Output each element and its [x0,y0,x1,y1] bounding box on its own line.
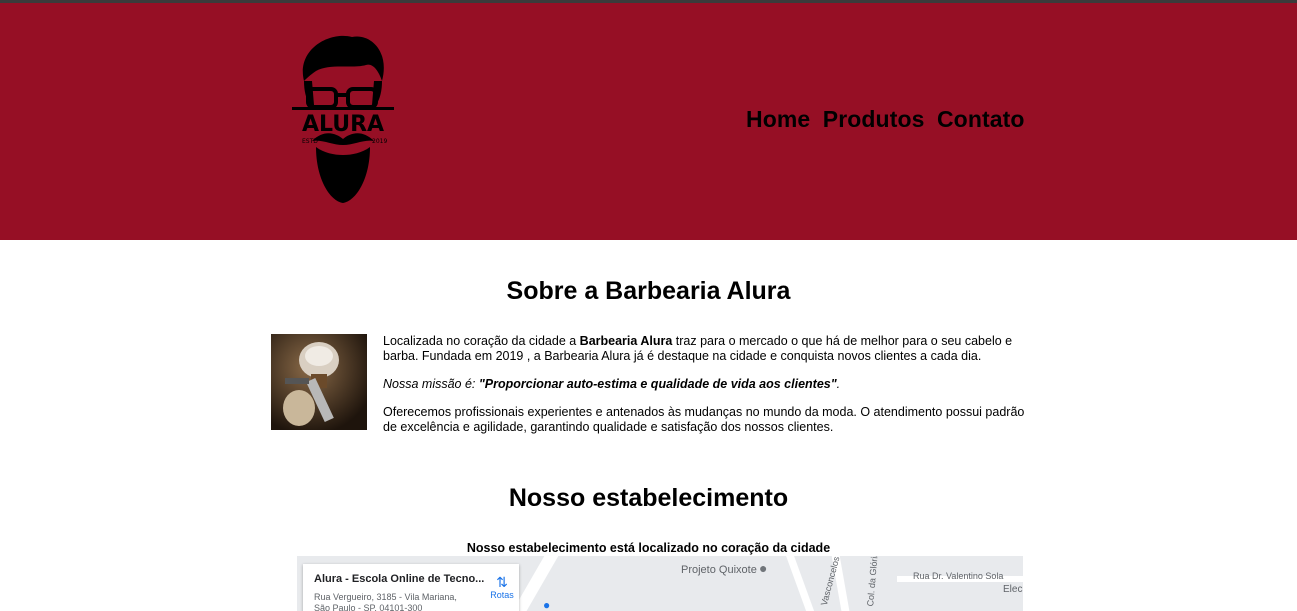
brand-name: Barbearia Alura [579,334,673,348]
directions-icon: ⇅ [496,574,508,590]
mission-statement: Nossa missão é: "Proporcionar auto-estim… [383,377,841,391]
map-road [786,556,816,611]
svg-text:ALURA: ALURA [302,112,384,137]
map-pin-icon: ● [759,560,768,576]
svg-text:2019: 2019 [372,138,387,145]
map-place-name[interactable]: Alura - Escola Online de Tecno... [314,573,484,585]
nav-contato-link[interactable]: Contato [937,106,1025,132]
svg-text:ESTD: ESTD [302,138,318,145]
map-label-gloria: Col. da Glória [865,556,880,607]
map-label-valentino: Rua Dr. Valentino Sola [913,571,1004,581]
map-label-projeto: Projeto Quixote [681,564,757,576]
shaving-brush-image [271,334,367,430]
about-text: Localizada no coração da cidade a Barbea… [383,334,1033,448]
about-paragraph-3: Oferecemos profissionais experientes e a… [383,405,1025,434]
map-label-elec: Elec [1003,584,1023,595]
map-marker-icon: ● [543,598,551,611]
establishment-title: Nosso estabelecimento [508,484,789,512]
map-directions-button[interactable]: ⇅ Rotas [487,574,517,600]
nav-produtos-link[interactable]: Produtos [823,106,925,132]
nav-home-link[interactable]: Home [746,106,810,132]
map-place-address: Rua Vergueiro, 3185 - Vila Mariana, São … [314,592,457,611]
about-paragraph-1: Localizada no coração da cidade a Barbea… [383,334,1013,363]
alura-barber-logo[interactable]: ALURA ESTD 2019 [290,29,396,209]
establishment-subtitle: Nosso estabelecimento está localizado no… [466,541,831,555]
location-map[interactable]: Projeto Quixote ● Vasconcelos Col. da Gl… [297,556,1023,611]
map-place-card: Alura - Escola Online de Tecno... Rua Ve… [303,564,519,611]
main-nav: Home Produtos Contato [746,106,1033,133]
site-header: ALURA ESTD 2019 Home Produtos Contato [0,3,1297,240]
about-title: Sobre a Barbearia Alura [506,277,791,305]
